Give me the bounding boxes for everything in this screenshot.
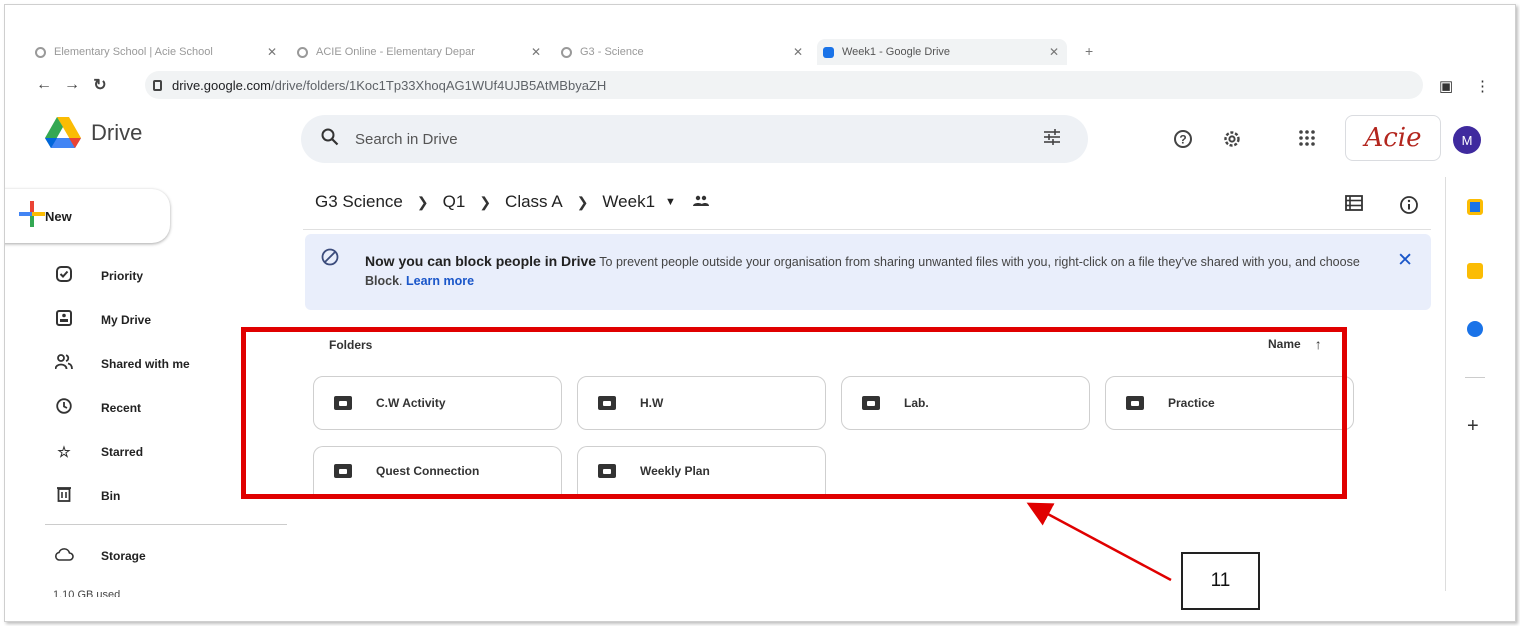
address-bar[interactable]: drive.google.com/drive/folders/1Koc1Tp33… (145, 71, 1423, 99)
drive-logo[interactable]: Drive (45, 117, 142, 149)
calendar-icon[interactable] (1467, 199, 1483, 215)
plus-icon (19, 201, 45, 227)
search-options-icon[interactable] (1044, 129, 1060, 150)
lock-icon (153, 79, 162, 91)
banner-heading: Now you can block people in Drive (365, 253, 597, 269)
sidebar-item-label: Starred (101, 445, 144, 459)
close-tab-icon[interactable]: ✕ (785, 45, 811, 59)
breadcrumb-item[interactable]: G3 Science (315, 192, 403, 212)
sidebar-item-label: Priority (101, 269, 144, 283)
close-tab-icon[interactable]: ✕ (523, 45, 549, 59)
browser-tab[interactable]: G3 - Science ✕ (561, 39, 811, 65)
help-icon[interactable]: ? (1173, 129, 1193, 154)
browser-tab[interactable]: ACIE Online - Elementary Depar ✕ (297, 39, 549, 65)
browser-tab-label: ACIE Online - Elementary Depar (316, 46, 475, 58)
site-favicon-icon (561, 46, 572, 58)
cloud-icon (53, 547, 75, 565)
sidebar-item-priority[interactable]: Priority (53, 265, 143, 287)
block-icon (321, 248, 339, 271)
priority-icon (53, 266, 75, 286)
banner-text: To prevent people outside your organisat… (596, 255, 1360, 269)
sidebar-item-label: Storage (101, 549, 146, 563)
my-drive-icon (53, 310, 75, 330)
add-addon-icon[interactable]: + (1467, 415, 1479, 438)
side-panel-divider (1445, 177, 1446, 591)
site-favicon-icon (297, 46, 308, 58)
browser-tab-label: G3 - Science (580, 46, 644, 58)
browser-tab-label: Elementary School | Acie School (54, 46, 213, 58)
drive-favicon-icon (823, 46, 834, 58)
breadcrumb-item[interactable]: Class A (505, 192, 563, 212)
sidebar-item-shared-with-me[interactable]: Shared with me (53, 353, 190, 375)
star-icon: ☆ (57, 444, 71, 461)
reload-icon[interactable]: ↻ (89, 75, 111, 95)
screenshot-frame: Elementary School | Acie School ✕ ACIE O… (4, 4, 1516, 622)
search-icon[interactable] (321, 128, 339, 151)
chevron-right-icon: ❯ (576, 193, 589, 210)
clock-icon (53, 398, 75, 418)
browser-tab[interactable]: Elementary School | Acie School ✕ (35, 39, 285, 65)
sidebar-divider (45, 524, 287, 525)
url-host: drive.google.com (172, 77, 271, 93)
url-path: /drive/folders/1Koc1Tp33XhoqAG1WUf4UJB5A… (271, 77, 607, 93)
sidebar-item-storage[interactable]: Storage (53, 545, 146, 567)
sidebar-item-recent[interactable]: Recent (53, 397, 141, 419)
site-favicon-icon (35, 46, 46, 58)
banner-text-after: . (399, 274, 406, 288)
details-info-icon[interactable] (1399, 195, 1419, 220)
profile-icon[interactable]: ▣ (1439, 77, 1453, 95)
close-icon[interactable]: ✕ (1397, 249, 1413, 272)
breadcrumb: G3 Science ❯ Q1 ❯ Class A ❯ Week1 ▼ (315, 192, 710, 212)
annotation-highlight-box (241, 327, 1347, 499)
banner-bold-word: Block (365, 274, 400, 288)
chevron-right-icon: ❯ (416, 193, 429, 210)
settings-icon[interactable] (1222, 129, 1242, 154)
browser-tab-active[interactable]: Week1 - Google Drive ✕ (817, 39, 1067, 65)
dropdown-arrow-icon[interactable]: ▼ (665, 196, 676, 208)
header-divider (303, 229, 1431, 230)
new-button[interactable]: New (5, 189, 170, 243)
breadcrumb-item[interactable]: Q1 (443, 192, 466, 212)
browser-tab-strip: Elementary School | Acie School ✕ ACIE O… (5, 5, 1515, 65)
new-tab-icon[interactable]: + (1085, 43, 1093, 59)
svg-text:?: ? (1179, 133, 1186, 147)
info-banner: Now you can block people in Drive To pre… (305, 234, 1431, 310)
sidebar-item-bin[interactable]: Bin (53, 485, 120, 507)
sidebar-item-my-drive[interactable]: My Drive (53, 309, 151, 331)
people-icon (53, 354, 75, 374)
sidebar-item-label: Shared with me (101, 357, 190, 371)
account-avatar[interactable]: M (1453, 126, 1481, 154)
side-panel-separator (1465, 377, 1485, 378)
keep-icon[interactable] (1467, 263, 1483, 279)
learn-more-link[interactable]: Learn more (406, 274, 474, 288)
app-name: Drive (91, 120, 143, 145)
sidebar-item-label: Bin (101, 489, 121, 503)
tasks-icon[interactable] (1467, 321, 1483, 337)
sidebar-item-label: Recent (101, 401, 142, 415)
shared-folder-icon (692, 194, 710, 210)
close-tab-icon[interactable]: ✕ (1041, 45, 1067, 59)
banner-message: Now you can block people in Drive To pre… (365, 252, 1365, 291)
organisation-logo[interactable]: Acie (1345, 115, 1441, 161)
back-icon[interactable]: ← (33, 76, 55, 94)
drive-logo-icon (45, 117, 81, 148)
storage-usage-text: 1.10 GB used (53, 589, 121, 597)
browser-tab-label: Week1 - Google Drive (842, 46, 951, 58)
annotation-callout-number: 11 (1181, 552, 1260, 610)
list-view-icon[interactable] (1345, 195, 1363, 216)
breadcrumb-current[interactable]: Week1 (602, 192, 655, 212)
close-tab-icon[interactable]: ✕ (259, 45, 285, 59)
search-input[interactable]: Search in Drive (355, 131, 458, 148)
forward-icon[interactable]: → (61, 76, 83, 94)
new-button-label: New (45, 208, 72, 224)
apps-grid-icon[interactable] (1298, 129, 1316, 152)
sidebar-item-starred[interactable]: ☆ Starred (53, 441, 143, 463)
trash-icon (53, 486, 75, 506)
search-bar[interactable]: Search in Drive (301, 115, 1088, 163)
browser-menu-icon[interactable]: ⋮ (1475, 77, 1490, 95)
chevron-right-icon: ❯ (479, 193, 492, 210)
sidebar-item-label: My Drive (101, 313, 152, 327)
